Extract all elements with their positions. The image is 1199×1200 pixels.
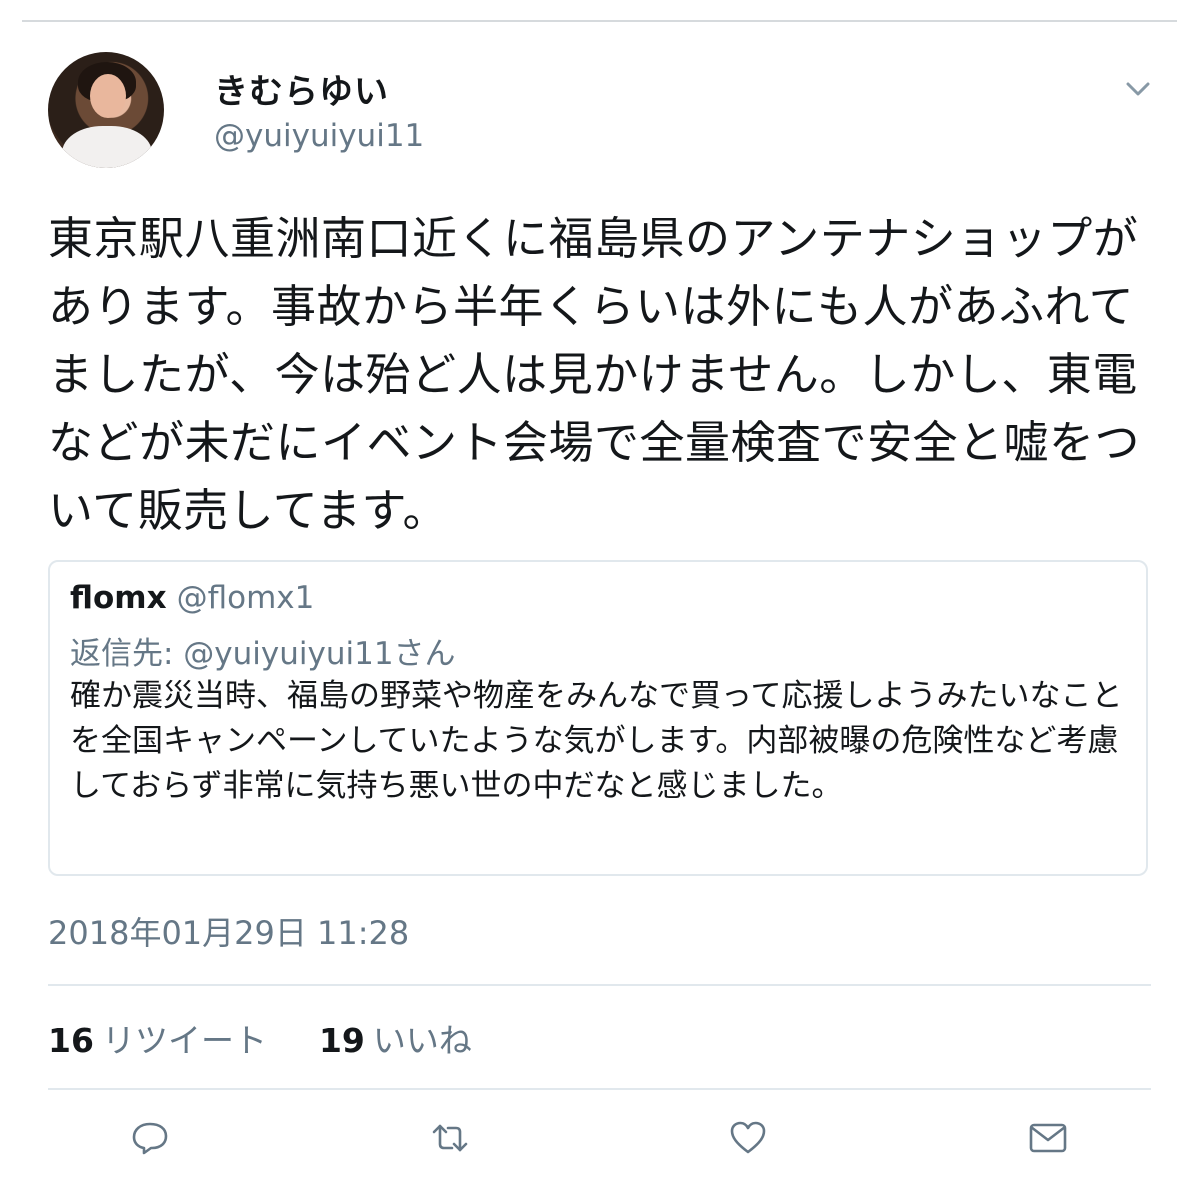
quoted-author-name: flomx [70,580,167,616]
tweet-timestamp: 2018年01月29日 11:28 [48,914,410,952]
retweet-label: リツイート [101,1021,267,1060]
chevron-down-icon[interactable] [1124,78,1152,100]
like-stat[interactable]: 19 いいね [319,1021,472,1060]
reply-icon[interactable] [130,1118,170,1158]
divider [48,984,1151,986]
quoted-reply-to: 返信先: @yuiyuiyui11さん [70,636,456,672]
like-label: いいね [372,1021,472,1060]
author-handle[interactable]: @yuiyuiyui11 [214,118,424,154]
avatar[interactable] [48,52,164,168]
quoted-text: 確か震災当時、福島の野菜や物産をみんなで買って応援しようみたいなことを全国キャン… [70,678,1123,804]
top-divider [22,20,1177,22]
retweet-count: 16 [48,1021,94,1060]
author-name[interactable]: きむらゆい [214,64,389,113]
retweet-stat[interactable]: 16 リツイート [48,1021,267,1060]
tweet-text: 東京駅八重洲南口近くに福島県のアンテナショップがあります。事故から半年くらいは外… [48,212,1141,537]
engagement-stats: 16 リツイート 19 いいね [48,1014,472,1062]
like-icon[interactable] [728,1118,768,1158]
like-count: 19 [318,1021,365,1060]
quoted-author: flomx @flomx1 [70,580,314,616]
message-icon[interactable] [1028,1118,1068,1158]
quoted-tweet[interactable]: flomx @flomx1 返信先: @yuiyuiyui11さん 確か震災当時、… [48,560,1148,876]
quoted-author-handle: @flomx1 [176,580,315,616]
retweet-icon[interactable] [430,1118,470,1158]
divider [48,1088,1151,1090]
